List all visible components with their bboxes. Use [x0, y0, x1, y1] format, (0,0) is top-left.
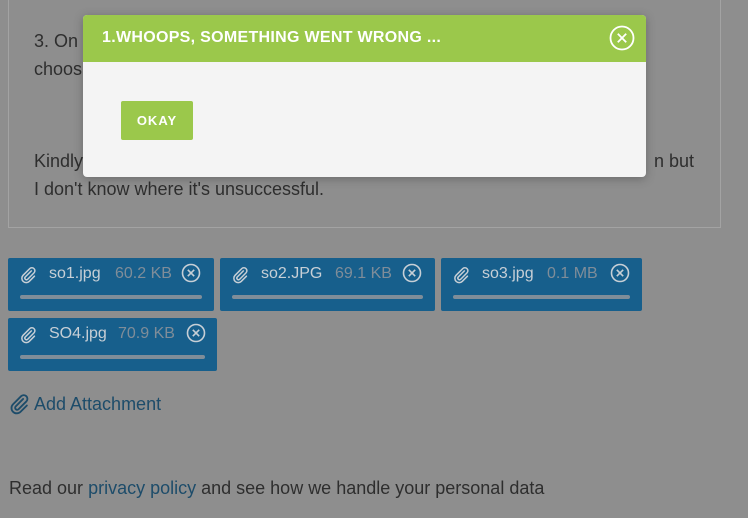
- privacy-notice: Read our privacy policy and see how we h…: [9, 478, 544, 499]
- attachment-name: so3.jpg: [482, 265, 534, 282]
- dialog-header: 1.WHOOPS, SOMETHING WENT WRONG ...: [83, 15, 646, 62]
- remove-attachment-icon[interactable]: [402, 263, 422, 283]
- upload-progress-bar: [20, 355, 205, 359]
- remove-attachment-icon[interactable]: [186, 323, 206, 343]
- attachment-size: 0.1 MB: [547, 265, 598, 282]
- message-line-3-tail: n but: [654, 151, 695, 171]
- attachment-size: 70.9 KB: [118, 325, 175, 342]
- paperclip-icon: [21, 327, 36, 344]
- attachment-chip[interactable]: so1.jpg 60.2 KB: [8, 258, 214, 311]
- dialog-title: 1.WHOOPS, SOMETHING WENT WRONG ...: [102, 29, 442, 46]
- remove-attachment-icon[interactable]: [610, 263, 630, 283]
- attachment-name: SO4.jpg: [49, 325, 107, 342]
- privacy-policy-link[interactable]: privacy policy: [88, 478, 196, 498]
- message-line-4: I don't know where it's unsuccessful.: [34, 179, 325, 199]
- message-line-2: choos: [34, 59, 83, 79]
- add-attachment-label: Add Attachment: [34, 393, 162, 414]
- error-dialog: 1.WHOOPS, SOMETHING WENT WRONG ... OKAY: [83, 15, 646, 177]
- remove-attachment-icon[interactable]: [181, 263, 201, 283]
- attachment-size: 69.1 KB: [335, 265, 392, 282]
- paperclip-icon: [10, 394, 29, 415]
- message-line-1: 3. On t: [34, 31, 89, 51]
- paperclip-icon: [21, 267, 36, 284]
- paperclip-icon: [233, 267, 248, 284]
- paperclip-icon: [454, 267, 469, 284]
- attachment-name: so2.JPG: [261, 265, 323, 282]
- attachment-size: 60.2 KB: [115, 265, 172, 282]
- attachment-name: so1.jpg: [49, 265, 101, 282]
- okay-button[interactable]: OKAY: [121, 101, 193, 140]
- attachment-chip[interactable]: so2.JPG 69.1 KB: [220, 258, 435, 311]
- attachment-chip[interactable]: SO4.jpg 70.9 KB: [8, 318, 217, 371]
- privacy-prefix: Read our: [9, 478, 89, 498]
- close-icon[interactable]: [609, 25, 635, 51]
- message-line-3: Kindly: [34, 151, 84, 171]
- add-attachment-link[interactable]: Add Attachment: [8, 393, 161, 415]
- attachment-chip[interactable]: so3.jpg 0.1 MB: [441, 258, 642, 311]
- upload-progress-bar: [232, 295, 423, 299]
- privacy-suffix: and see how we handle your personal data: [196, 478, 545, 498]
- upload-progress-bar: [453, 295, 630, 299]
- upload-progress-bar: [20, 295, 202, 299]
